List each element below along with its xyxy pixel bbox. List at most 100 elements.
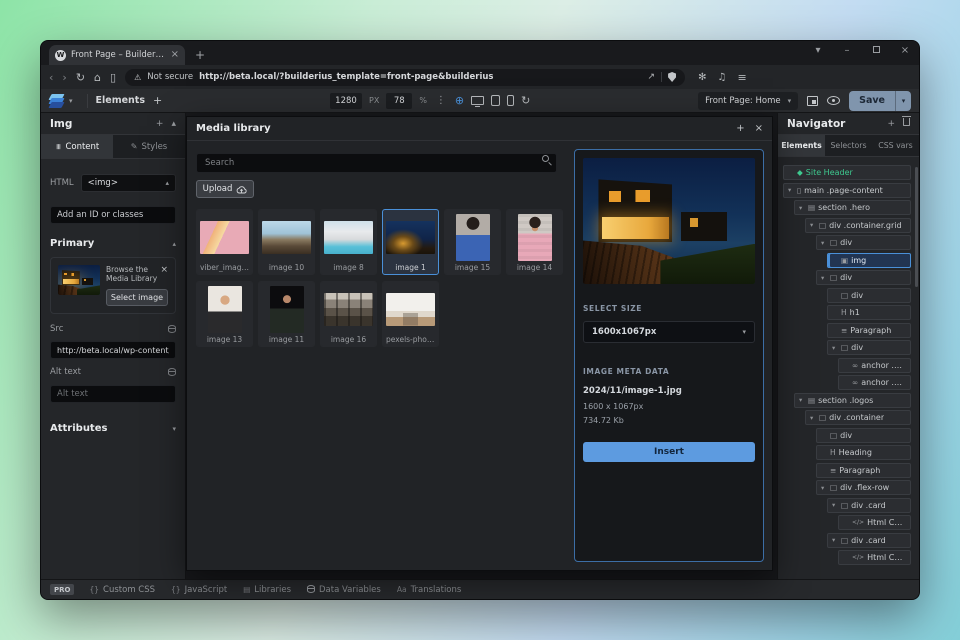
tree-node[interactable]: ▾∞anchor .button.btn... bbox=[838, 358, 911, 373]
browser-tab[interactable]: W Front Page – Builderius × bbox=[49, 45, 185, 65]
expand-caret-icon[interactable]: ▾ bbox=[810, 414, 816, 422]
window-close-button[interactable]: × bbox=[899, 45, 911, 56]
new-tab-button[interactable]: + bbox=[195, 48, 205, 62]
more-options-icon[interactable]: ⋮ bbox=[436, 95, 446, 106]
tree-node[interactable]: ▾∞anchor .button.btn... bbox=[838, 375, 911, 390]
move-panel-icon[interactable]: + bbox=[156, 119, 164, 129]
tablet-view-icon[interactable] bbox=[491, 95, 500, 106]
extensions-icon[interactable]: ✻ bbox=[698, 72, 706, 83]
tree-node[interactable]: ▾□div .card bbox=[827, 498, 911, 513]
share-icon[interactable]: ↗ bbox=[648, 72, 656, 82]
media-item[interactable]: image 11 bbox=[258, 281, 315, 347]
media-item[interactable]: pexels-photo-... bbox=[382, 281, 439, 347]
tree-node[interactable]: ▾≡Paragraph bbox=[816, 463, 911, 478]
elements-menu[interactable]: Elements bbox=[96, 95, 146, 106]
add-element-button[interactable]: + bbox=[153, 94, 162, 107]
tree-node[interactable]: ▾□div .flex-row bbox=[816, 480, 911, 495]
bookmark-icon[interactable]: ▯ bbox=[110, 72, 116, 83]
tree-node[interactable]: ▾□div bbox=[816, 428, 911, 443]
media-item[interactable]: image 10 bbox=[258, 209, 315, 275]
media-item[interactable]: image 13 bbox=[196, 281, 253, 347]
dock-modal-icon[interactable]: + bbox=[736, 123, 744, 134]
html-tag-select[interactable]: <img> ▴ bbox=[81, 174, 176, 192]
fullscreen-icon[interactable] bbox=[807, 96, 818, 106]
tab-content[interactable]: ≡ Content bbox=[41, 135, 113, 158]
alt-text-input[interactable] bbox=[50, 385, 176, 403]
expand-caret-icon[interactable]: ▾ bbox=[832, 536, 838, 544]
expand-caret-icon[interactable]: ▾ bbox=[821, 484, 827, 492]
tree-node[interactable]: ▾Hh1 bbox=[827, 305, 911, 320]
chevron-down-icon[interactable]: ▾ bbox=[172, 425, 176, 433]
src-input[interactable] bbox=[50, 341, 176, 359]
back-icon[interactable]: ‹ bbox=[49, 72, 53, 83]
viewport-width-input[interactable]: 1280 bbox=[330, 93, 362, 109]
scrollbar[interactable] bbox=[915, 167, 918, 287]
bottom-bar-item-translations[interactable]: AaTranslations bbox=[397, 585, 461, 595]
dynamic-data-icon[interactable] bbox=[168, 368, 176, 376]
tree-node[interactable]: ▾□div .container.grid bbox=[805, 218, 911, 233]
add-node-icon[interactable]: + bbox=[887, 119, 895, 129]
mobile-view-icon[interactable] bbox=[507, 95, 514, 106]
expand-caret-icon[interactable]: ▾ bbox=[821, 274, 827, 282]
tab-search-icon[interactable]: ▾ bbox=[812, 45, 824, 56]
tree-node[interactable]: ▾▤section .logos bbox=[794, 393, 911, 408]
bottom-bar-item-libraries[interactable]: ▤Libraries bbox=[243, 585, 291, 595]
expand-caret-icon[interactable]: ▾ bbox=[832, 501, 838, 509]
clear-image-icon[interactable]: × bbox=[160, 265, 168, 275]
dynamic-data-icon[interactable] bbox=[168, 325, 176, 333]
tree-node[interactable]: ▾□div bbox=[816, 270, 911, 285]
tree-node[interactable]: ▾≡Paragraph bbox=[827, 323, 911, 338]
bottom-bar-item-data-variables[interactable]: Data Variables bbox=[307, 585, 381, 595]
reload-icon[interactable]: ↻ bbox=[76, 72, 85, 83]
tree-node[interactable]: ▾▣img bbox=[827, 253, 911, 268]
media-item[interactable]: image 16 bbox=[320, 281, 377, 347]
select-image-button[interactable]: Select image bbox=[106, 289, 168, 306]
minimize-button[interactable]: – bbox=[841, 45, 853, 56]
refresh-canvas-icon[interactable]: ↻ bbox=[521, 94, 530, 107]
desktop-view-icon[interactable] bbox=[471, 96, 484, 105]
navigator-tab-elements[interactable]: Elements bbox=[778, 135, 825, 156]
id-classes-input[interactable] bbox=[50, 206, 176, 224]
modal-close-icon[interactable]: × bbox=[755, 123, 763, 134]
tree-node[interactable]: ▾</>Html Code bbox=[838, 515, 911, 530]
template-selector[interactable]: Front Page: Home ▾ bbox=[698, 92, 798, 110]
maximize-button[interactable] bbox=[870, 45, 882, 56]
tree-node[interactable]: ▾□div bbox=[827, 288, 911, 303]
bottom-bar-item-javascript[interactable]: {}JavaScript bbox=[171, 585, 227, 595]
expand-caret-icon[interactable]: ▾ bbox=[799, 396, 805, 404]
media-control-icon[interactable]: ♫ bbox=[717, 72, 726, 83]
size-select[interactable]: 1600x1067px ▾ bbox=[583, 321, 755, 343]
media-item[interactable]: image 15 bbox=[444, 209, 501, 275]
tab-styles[interactable]: ✎ Styles bbox=[113, 135, 185, 158]
tree-node[interactable]: ▾HHeading bbox=[816, 445, 911, 460]
tree-node[interactable]: ▾▯main .page-content bbox=[783, 183, 911, 198]
tree-node[interactable]: ▾▤section .hero bbox=[794, 200, 911, 215]
tree-node[interactable]: ▾□div bbox=[816, 235, 911, 250]
collapse-panel-icon[interactable]: ▴ bbox=[171, 119, 176, 129]
save-button[interactable]: Save ▾ bbox=[849, 91, 911, 111]
media-item[interactable]: image 1 bbox=[382, 209, 439, 275]
logo-menu-caret-icon[interactable]: ▾ bbox=[69, 97, 73, 105]
zoom-input[interactable]: 78 bbox=[386, 93, 412, 109]
expand-caret-icon[interactable]: ▾ bbox=[810, 221, 816, 229]
media-item[interactable]: viber_image_2... bbox=[196, 209, 253, 275]
expand-caret-icon[interactable]: ▾ bbox=[832, 344, 838, 352]
builderius-logo[interactable] bbox=[49, 94, 65, 107]
tab-close-icon[interactable]: × bbox=[171, 50, 179, 60]
tree-node[interactable]: ▾◆Site Header bbox=[783, 165, 911, 180]
tree-node[interactable]: ▾□div .card bbox=[827, 533, 911, 548]
bottom-bar-item-custom-css[interactable]: {}Custom CSS bbox=[89, 585, 155, 595]
upload-button[interactable]: Upload bbox=[196, 180, 254, 198]
save-options-caret-icon[interactable]: ▾ bbox=[895, 91, 911, 111]
browser-menu-icon[interactable]: ≡ bbox=[737, 71, 746, 84]
tree-node[interactable]: ▾□div bbox=[827, 340, 911, 355]
trash-icon[interactable] bbox=[903, 118, 910, 129]
url-field[interactable]: ⚠ Not secure http://beta.local/?builderi… bbox=[125, 69, 685, 86]
responsive-globe-icon[interactable]: ⊕ bbox=[455, 94, 464, 107]
insert-button[interactable]: Insert bbox=[583, 442, 755, 462]
expand-caret-icon[interactable]: ▾ bbox=[788, 186, 794, 194]
preview-eye-icon[interactable] bbox=[827, 96, 840, 105]
navigator-tab-css-vars[interactable]: CSS vars bbox=[872, 135, 919, 156]
chevron-up-icon[interactable]: ▴ bbox=[172, 240, 176, 248]
navigator-tab-selectors[interactable]: Selectors bbox=[825, 135, 872, 156]
